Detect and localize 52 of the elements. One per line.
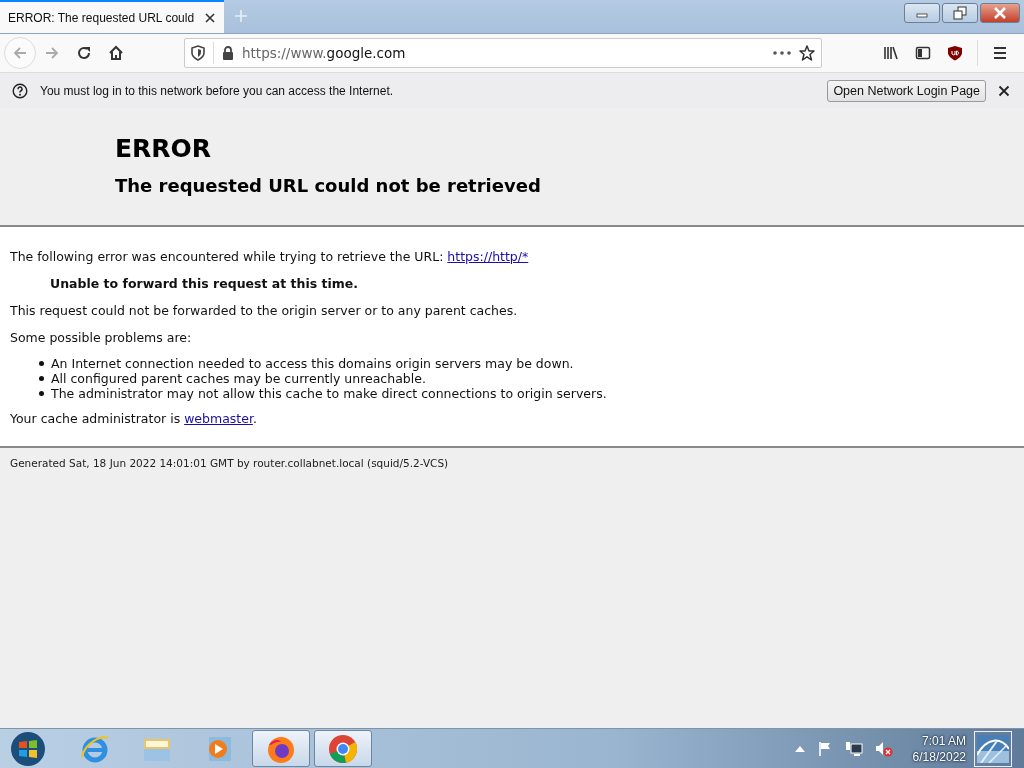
- start-button[interactable]: [8, 729, 48, 768]
- bullet-icon: [39, 376, 44, 381]
- clock[interactable]: 7:01 AM 6/18/2022: [912, 732, 966, 765]
- close-icon: [993, 7, 1007, 19]
- url-link[interactable]: https://http/*: [447, 249, 529, 264]
- minimize-button[interactable]: [904, 3, 940, 23]
- problem-item: The administrator may not allow this cache to make direct connections to origin servers.: [51, 386, 607, 401]
- problem-item: All configured parent caches may be currently unreachable.: [51, 371, 426, 386]
- clock-date: 6/18/2022: [912, 748, 966, 765]
- taskbar-app[interactable]: [314, 730, 372, 767]
- address-bar[interactable]: https://www.google.com: [184, 38, 822, 68]
- error-intro: The following error was encountered while trying to retrieve the URL: https://http/*: [10, 248, 530, 266]
- shield-icon[interactable]: [947, 45, 963, 61]
- more-icon[interactable]: [773, 51, 791, 55]
- error-subtitle: The requested URL could not be retrieved: [115, 175, 542, 196]
- explanation-text: This request could not be forwarded to the origin server or to any parent caches.: [10, 302, 519, 320]
- problems-heading: Some possible problems are:: [10, 329, 193, 347]
- url-text: https://www.google.com: [242, 45, 406, 61]
- back-arrow-icon: [12, 45, 28, 61]
- error-title: ERROR: [115, 134, 213, 163]
- network-icon[interactable]: [844, 740, 863, 757]
- flag-icon[interactable]: [816, 740, 833, 757]
- admin-text: Your cache administrator is webmaster.: [10, 410, 258, 428]
- clock-time: 7:01 AM: [921, 732, 966, 749]
- footer-text: Generated Sat, 18 Jun 2022 14:01:01 GMT by router.collabnet.local (squid/5.2-VCS): [10, 457, 449, 469]
- taskbar-app[interactable]: [252, 730, 310, 767]
- error-detail: Unable to forward this request at this time.: [49, 275, 359, 293]
- help-icon: [12, 82, 28, 99]
- menu-icon[interactable]: [992, 45, 1008, 61]
- sidebar-icon[interactable]: [915, 45, 931, 61]
- problem-item: An Internet connection needed to access this domains origin servers may be down.: [51, 356, 574, 371]
- reload-icon[interactable]: [76, 45, 92, 61]
- library-icon[interactable]: [883, 45, 899, 61]
- login-page-button[interactable]: Open Network Login Page: [827, 79, 986, 102]
- close-icon[interactable]: [204, 11, 216, 24]
- close-icon[interactable]: [998, 84, 1010, 97]
- restore-icon: [953, 6, 967, 20]
- browser-logo-icon: [327, 732, 359, 765]
- lock-icon[interactable]: [222, 46, 234, 60]
- shield-icon[interactable]: [191, 45, 205, 61]
- bullet-icon: [39, 391, 44, 396]
- webmaster-link[interactable]: webmaster: [184, 411, 253, 426]
- notification-message: You must log in to this network before you can access the Internet.: [40, 83, 394, 98]
- close-button[interactable]: [980, 3, 1020, 23]
- star-icon[interactable]: [799, 45, 815, 61]
- show-desktop-button[interactable]: [974, 730, 1012, 767]
- muted-speaker-icon[interactable]: [874, 740, 893, 757]
- caret-icon[interactable]: [794, 745, 805, 752]
- home-icon[interactable]: [108, 45, 124, 61]
- browser-tab[interactable]: ERROR: The requested URL could: [0, 0, 224, 33]
- restore-button[interactable]: [942, 3, 978, 23]
- bullet-icon: [39, 361, 44, 366]
